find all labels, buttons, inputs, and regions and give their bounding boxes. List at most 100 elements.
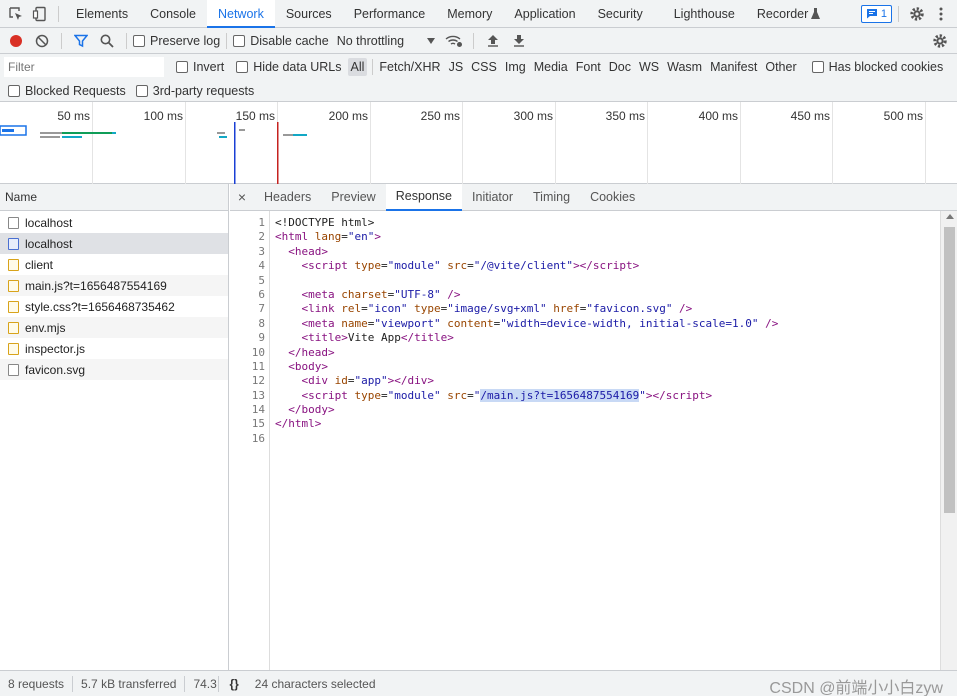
- tab-cookies[interactable]: Cookies: [580, 184, 645, 211]
- request-row[interactable]: main.js?t=1656487554169: [0, 275, 228, 296]
- tab-network[interactable]: Network: [206, 0, 275, 28]
- filter-type-fetch-xhr[interactable]: Fetch/XHR: [376, 58, 443, 76]
- code-token: />: [758, 316, 779, 330]
- checkbox-box: [176, 61, 188, 73]
- filter-type-js[interactable]: JS: [446, 58, 467, 76]
- tab-recorder[interactable]: Recorder: [746, 0, 822, 28]
- filter-type-font[interactable]: Font: [573, 58, 604, 76]
- tab-console[interactable]: Console: [139, 0, 207, 28]
- line-number: 6: [258, 287, 265, 301]
- filter-type-wasm[interactable]: Wasm: [664, 58, 705, 76]
- more-options-icon[interactable]: [929, 0, 953, 28]
- request-row[interactable]: env.mjs: [0, 317, 228, 338]
- code-token: <script: [301, 388, 355, 402]
- code-token: charset: [341, 287, 388, 301]
- code-token: src: [447, 388, 468, 402]
- code-line: <meta charset="UTF-8" />: [275, 288, 778, 302]
- tab-initiator[interactable]: Initiator: [462, 184, 523, 211]
- request-row[interactable]: localhost: [0, 212, 228, 233]
- tab-performance[interactable]: Performance: [343, 0, 437, 28]
- tab-response[interactable]: Response: [385, 183, 463, 211]
- request-row[interactable]: favicon.svg: [0, 359, 228, 380]
- timeline-overview[interactable]: 50 ms 100 ms 150 ms 200 ms 250 ms 300 ms…: [0, 102, 957, 184]
- import-har-icon[interactable]: [480, 28, 506, 54]
- code-token: "icon": [367, 302, 408, 316]
- filter-icon[interactable]: [68, 28, 94, 54]
- request-row[interactable]: localhost: [0, 233, 228, 254]
- tab-sources[interactable]: Sources: [275, 0, 343, 28]
- filter-type-media[interactable]: Media: [531, 58, 571, 76]
- filter-type-doc[interactable]: Doc: [606, 58, 634, 76]
- name-column-header[interactable]: Name: [0, 184, 228, 211]
- response-code-viewer[interactable]: 1 2 3 4 5 6 7 8 9 10 11 12 13 14 15 16 <…: [230, 211, 940, 670]
- code-token: </body>: [288, 403, 335, 417]
- tab-preview[interactable]: Preview: [321, 184, 385, 211]
- clear-icon[interactable]: [29, 28, 55, 54]
- timeline-tick-label: 400 ms: [698, 109, 738, 123]
- tab-memory[interactable]: Memory: [436, 0, 503, 28]
- request-detail-pane: × Headers Preview Response Initiator Tim…: [230, 183, 957, 670]
- close-icon[interactable]: ×: [230, 189, 254, 205]
- vertical-scrollbar[interactable]: [940, 211, 957, 670]
- network-conditions-icon[interactable]: [441, 28, 467, 54]
- code-token: <meta: [301, 316, 342, 330]
- code-line: <title>Vite App</title>: [275, 331, 778, 345]
- invert-checkbox[interactable]: Invert: [176, 60, 224, 74]
- tab-timing[interactable]: Timing: [523, 184, 580, 211]
- tab-elements[interactable]: Elements: [65, 0, 139, 28]
- filter-type-ws[interactable]: WS: [636, 58, 662, 76]
- issues-badge[interactable]: 1: [860, 4, 892, 23]
- code-token: "app": [354, 374, 388, 388]
- preserve-log-checkbox[interactable]: Preserve log: [133, 34, 220, 48]
- search-icon[interactable]: [94, 28, 120, 54]
- divider: [898, 5, 899, 22]
- third-party-checkbox[interactable]: 3rd-party requests: [135, 84, 254, 98]
- throttling-value: No throttling: [336, 33, 405, 48]
- request-row[interactable]: client: [0, 254, 228, 275]
- code-token: =: [380, 259, 388, 273]
- inspect-element-icon[interactable]: [4, 0, 28, 28]
- document-icon: [8, 237, 19, 250]
- code-token: <html: [275, 230, 315, 244]
- scroll-up-arrow-icon[interactable]: [946, 214, 954, 219]
- filter-type-manifest[interactable]: Manifest: [707, 58, 760, 76]
- line-number: 12: [251, 374, 265, 388]
- code-lines: <!DOCTYPE html> <html lang="en"> <head> <…: [270, 211, 778, 670]
- script-icon: [8, 321, 19, 334]
- filter-input[interactable]: [4, 57, 164, 77]
- code-token: <title>: [301, 331, 348, 345]
- filter-type-other[interactable]: Other: [762, 58, 799, 76]
- device-toolbar-icon[interactable]: [28, 0, 52, 28]
- scrollbar-thumb[interactable]: [944, 227, 955, 513]
- disable-cache-checkbox[interactable]: Disable cache: [233, 34, 329, 48]
- throttling-select[interactable]: No throttling: [336, 33, 436, 48]
- network-settings-gear-icon[interactable]: [927, 28, 953, 54]
- code-line: <link rel="icon" type="image/svg+xml" hr…: [275, 302, 778, 316]
- filter-type-img[interactable]: Img: [502, 58, 529, 76]
- request-row[interactable]: inspector.js: [0, 338, 228, 359]
- blocked-requests-checkbox[interactable]: Blocked Requests: [8, 84, 126, 98]
- code-token: rel: [341, 302, 362, 316]
- code-token: ></script>: [645, 388, 713, 402]
- pretty-print-icon[interactable]: {}: [221, 676, 246, 692]
- filter-type-css[interactable]: CSS: [468, 58, 500, 76]
- code-token: </html>: [275, 417, 322, 431]
- tab-application[interactable]: Application: [503, 0, 586, 28]
- record-button[interactable]: [3, 28, 29, 54]
- script-icon: [8, 279, 19, 292]
- export-har-icon[interactable]: [506, 28, 532, 54]
- filter-type-all[interactable]: All: [347, 58, 368, 76]
- code-line: </html>: [275, 417, 778, 431]
- code-token: <meta: [301, 287, 342, 301]
- line-number: 16: [251, 431, 265, 445]
- settings-gear-icon[interactable]: [905, 0, 929, 28]
- request-row[interactable]: style.css?t=1656468735462: [0, 296, 228, 317]
- tab-lighthouse[interactable]: Lighthouse: [654, 0, 746, 28]
- has-blocked-cookies-checkbox[interactable]: Has blocked cookies: [811, 60, 943, 74]
- tab-headers[interactable]: Headers: [254, 184, 321, 211]
- hide-data-urls-checkbox[interactable]: Hide data URLs: [236, 60, 342, 74]
- tab-security[interactable]: Security: [587, 0, 654, 28]
